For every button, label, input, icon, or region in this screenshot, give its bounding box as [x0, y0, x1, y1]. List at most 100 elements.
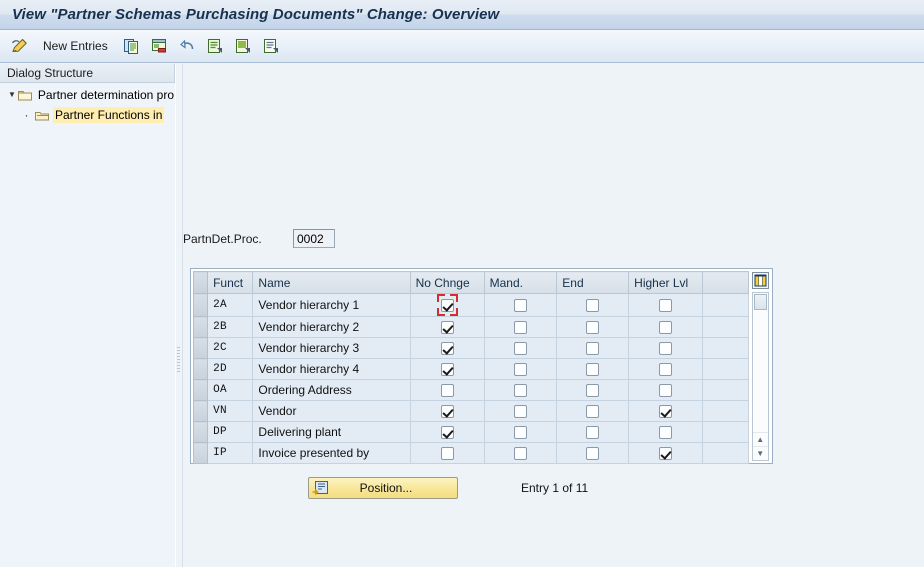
- table-row[interactable]: IP Invoice presented by: [192, 442, 749, 465]
- table-cell-funct[interactable]: DP: [207, 421, 254, 444]
- table-cell-checkbox[interactable]: [628, 421, 704, 444]
- column-header-end[interactable]: End: [556, 271, 630, 294]
- table-cell-checkbox[interactable]: [556, 337, 630, 360]
- table-cell-checkbox[interactable]: [409, 379, 485, 402]
- delete-row-button[interactable]: [146, 34, 172, 59]
- table-cell-checkbox[interactable]: [556, 292, 630, 318]
- row-selector-cell[interactable]: [192, 400, 209, 423]
- checkbox-unchecked-icon[interactable]: [659, 299, 673, 313]
- table-cell-name[interactable]: Vendor hierarchy 4: [252, 358, 411, 381]
- chevron-down-icon[interactable]: ▼: [8, 91, 16, 99]
- checkbox-checked-icon[interactable]: [659, 405, 673, 419]
- table-row[interactable]: 2A Vendor hierarchy 1: [192, 292, 749, 318]
- table-cell-checkbox[interactable]: [409, 421, 485, 444]
- table-settings-button[interactable]: [751, 272, 769, 289]
- checkbox-unchecked-icon[interactable]: [440, 447, 454, 461]
- table-row[interactable]: DP Delivering plant: [192, 421, 749, 444]
- table-cell-name[interactable]: Invoice presented by: [252, 442, 411, 465]
- table-cell-name[interactable]: Vendor hierarchy 3: [252, 337, 411, 360]
- table-cell-name[interactable]: Vendor hierarchy 2: [252, 316, 411, 339]
- checkbox-unchecked-icon[interactable]: [659, 426, 673, 440]
- table-cell-funct[interactable]: 2B: [207, 316, 254, 339]
- table-cell-checkbox[interactable]: [556, 379, 630, 402]
- column-header-higher-lvl[interactable]: Higher Lvl: [628, 271, 704, 294]
- row-selector-cell[interactable]: [192, 316, 209, 339]
- table-row[interactable]: 2C Vendor hierarchy 3: [192, 337, 749, 360]
- row-selector-cell[interactable]: [192, 442, 209, 465]
- table-row[interactable]: 2B Vendor hierarchy 2: [192, 316, 749, 339]
- checkbox-unchecked-icon[interactable]: [513, 384, 527, 398]
- checkbox-unchecked-icon[interactable]: [586, 363, 600, 377]
- table-cell-checkbox[interactable]: [628, 442, 704, 465]
- table-cell-funct[interactable]: IP: [207, 442, 254, 465]
- table-cell-checkbox[interactable]: [628, 292, 704, 318]
- checkbox-checked-icon[interactable]: [440, 426, 454, 440]
- checkbox-unchecked-icon[interactable]: [586, 384, 600, 398]
- row-selector-cell[interactable]: [192, 292, 209, 318]
- checkbox-checked-icon[interactable]: [440, 363, 454, 377]
- column-header-funct[interactable]: Funct: [207, 271, 254, 294]
- table-cell-checkbox[interactable]: [628, 358, 704, 381]
- table-cell-checkbox[interactable]: [483, 292, 558, 318]
- table-cell-checkbox[interactable]: [556, 358, 630, 381]
- new-entries-button[interactable]: New Entries: [35, 34, 116, 59]
- checkbox-unchecked-icon[interactable]: [513, 405, 527, 419]
- previous-entry-button[interactable]: [202, 34, 228, 59]
- checkbox-unchecked-icon[interactable]: [659, 384, 673, 398]
- checkbox-unchecked-icon[interactable]: [440, 384, 454, 398]
- checkbox-unchecked-icon[interactable]: [586, 426, 600, 440]
- checkbox-unchecked-icon[interactable]: [513, 363, 527, 377]
- checkbox-unchecked-icon[interactable]: [586, 321, 600, 335]
- details-button[interactable]: [258, 34, 284, 59]
- scrollbar-thumb[interactable]: [753, 294, 767, 310]
- table-cell-checkbox[interactable]: [409, 358, 485, 381]
- checkbox-unchecked-icon[interactable]: [586, 405, 600, 419]
- table-cell-checkbox[interactable]: [483, 316, 558, 339]
- checkbox-unchecked-icon[interactable]: [513, 342, 527, 356]
- next-entry-button[interactable]: [230, 34, 256, 59]
- checkbox-unchecked-icon[interactable]: [586, 299, 600, 313]
- checkbox-unchecked-icon[interactable]: [586, 447, 600, 461]
- row-selector-cell[interactable]: [192, 421, 209, 444]
- partndet-proc-input[interactable]: [293, 229, 335, 248]
- table-cell-checkbox[interactable]: [556, 316, 630, 339]
- table-cell-checkbox[interactable]: [556, 442, 630, 465]
- checkbox-unchecked-icon[interactable]: [513, 447, 527, 461]
- scroll-down-arrow-icon[interactable]: ▼: [752, 446, 768, 460]
- table-cell-funct[interactable]: 2D: [207, 358, 254, 381]
- select-all-cell[interactable]: [192, 271, 209, 294]
- table-cell-checkbox[interactable]: [628, 400, 704, 423]
- table-cell-checkbox[interactable]: [409, 442, 485, 465]
- table-cell-checkbox[interactable]: [628, 337, 704, 360]
- table-cell-funct[interactable]: 2C: [207, 337, 254, 360]
- checkbox-unchecked-icon[interactable]: [586, 342, 600, 356]
- checkbox-unchecked-icon[interactable]: [659, 363, 673, 377]
- table-row[interactable]: 2D Vendor hierarchy 4: [192, 358, 749, 381]
- table-cell-name[interactable]: Delivering plant: [252, 421, 411, 444]
- row-selector-cell[interactable]: [192, 358, 209, 381]
- table-cell-checkbox[interactable]: [483, 358, 558, 381]
- checkbox-checked-icon[interactable]: [659, 447, 673, 461]
- checkbox-unchecked-icon[interactable]: [659, 321, 673, 335]
- table-cell-name[interactable]: Vendor hierarchy 1: [252, 292, 411, 318]
- table-cell-checkbox[interactable]: [556, 400, 630, 423]
- scrollbar-track[interactable]: [753, 311, 768, 432]
- table-cell-name[interactable]: Ordering Address: [252, 379, 411, 402]
- column-header-name[interactable]: Name: [252, 271, 411, 294]
- table-cell-name[interactable]: Vendor: [252, 400, 411, 423]
- table-cell-funct[interactable]: OA: [207, 379, 254, 402]
- table-cell-checkbox[interactable]: [483, 337, 558, 360]
- column-header-mand[interactable]: Mand.: [483, 271, 558, 294]
- row-selector-cell[interactable]: [192, 379, 209, 402]
- row-selector-cell[interactable]: [192, 337, 209, 360]
- checkbox-unchecked-icon[interactable]: [659, 342, 673, 356]
- table-cell-checkbox[interactable]: [483, 421, 558, 444]
- table-cell-checkbox[interactable]: [409, 400, 485, 423]
- column-header-no-chnge[interactable]: No Chnge: [409, 271, 485, 294]
- table-cell-checkbox[interactable]: [628, 316, 704, 339]
- table-cell-checkbox[interactable]: [483, 379, 558, 402]
- tree-item-partner-determination-procedure[interactable]: ▼ Partner determination pro: [0, 85, 175, 105]
- checkbox-unchecked-icon[interactable]: [513, 299, 527, 313]
- position-button[interactable]: Position...: [308, 477, 458, 499]
- tree-item-partner-functions-in[interactable]: · Partner Functions in: [0, 105, 175, 125]
